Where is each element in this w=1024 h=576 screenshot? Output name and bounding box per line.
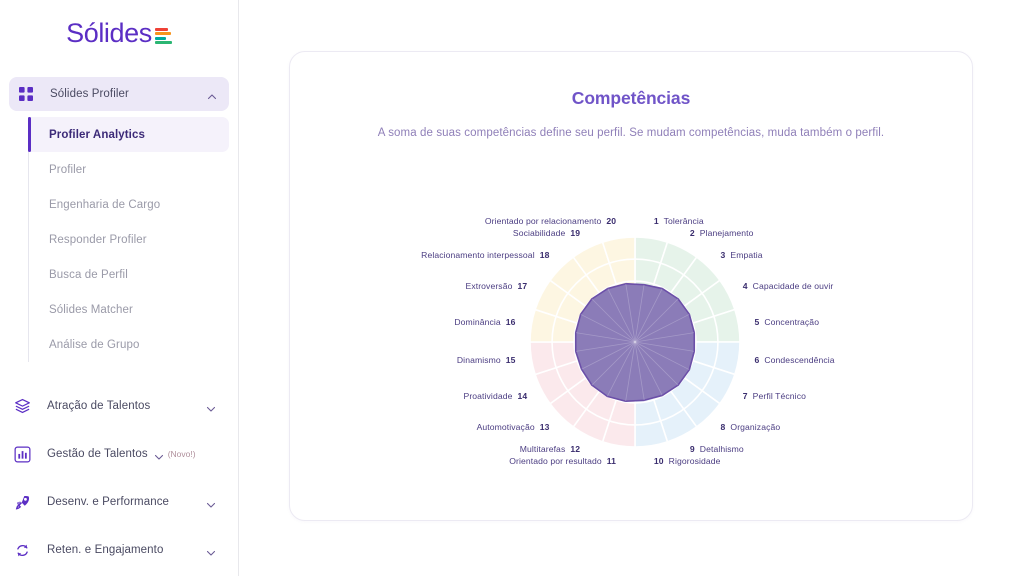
sidebar-item-label: Profiler xyxy=(49,163,87,176)
wheel-label: Dominância 16 xyxy=(454,317,516,328)
wheel-label: Orientado por relacionamento 20 xyxy=(484,216,617,227)
competencias-wheel: 1 Tolerância 2 Planejamento 3 Empatia 4 Cap… xyxy=(290,52,974,522)
wheel-label: Relacionamento interpessoal 18 xyxy=(421,250,550,261)
sidebar-item-label: Busca de Perfil xyxy=(49,268,128,281)
sidebar-item-label: Desenv. e Performance xyxy=(47,496,170,508)
sidebar-item-atracao-de-talentos[interactable]: Atração de Talentos xyxy=(0,382,238,430)
rocket-icon xyxy=(14,494,36,511)
sidebar-item-label: Sólides Matcher xyxy=(49,303,133,316)
wheel-label: Proatividade 14 xyxy=(463,390,528,401)
wheel-label: 1 Tolerância xyxy=(653,216,704,227)
wheel-label: 9 Detalhismo xyxy=(689,443,744,454)
chart-subtitle: A soma de suas competências define seu p… xyxy=(377,127,885,139)
sidebar-item-busca-de-perfil[interactable]: Busca de Perfil xyxy=(29,257,238,292)
sidebar-item-engenharia-de-cargo[interactable]: Engenharia de Cargo xyxy=(29,187,238,222)
wheel-label: 10 Rigorosidade xyxy=(653,455,721,466)
sidebar-item-gestao-de-talentos[interactable]: Gestão de Talentos (Novo!) xyxy=(0,430,238,478)
sidebar-item-label: Gestão de Talentos xyxy=(47,448,148,460)
wheel-label: Automotivação 13 xyxy=(476,421,550,432)
wheel-label: Dinamismo 15 xyxy=(456,354,516,365)
sidebar-group-solides-profiler[interactable]: Sólides Profiler xyxy=(9,77,229,111)
sidebar-item-label: Análise de Grupo xyxy=(49,338,140,351)
refresh-cycle-icon xyxy=(14,542,36,559)
solides-bars-logo-icon xyxy=(154,27,172,45)
competencias-wheel-svg xyxy=(529,236,741,448)
sidebar-item-label: Atração de Talentos xyxy=(47,400,151,412)
sidebar-item-label: Reten. e Engajamento xyxy=(47,544,164,556)
sidebar-main-nav: Atração de Talentos Gestão de Talentos (… xyxy=(0,382,238,574)
chevron-down-icon[interactable] xyxy=(206,401,216,412)
sidebar-item-label: Profiler Analytics xyxy=(49,128,145,141)
chevron-down-icon[interactable] xyxy=(154,449,164,460)
wheel-label: Multitarefas 12 xyxy=(519,443,581,454)
wheel-label: 2 Planejamento xyxy=(689,228,754,239)
wheel-label: Sociabilidade 19 xyxy=(512,228,581,239)
wheel-label: Orientado por resultado 11 xyxy=(509,455,617,466)
page-title: Competências xyxy=(571,88,691,108)
wheel-label: 5 Concentração xyxy=(754,317,820,328)
chevron-down-icon[interactable] xyxy=(206,545,216,556)
status-badge-novo: (Novo!) xyxy=(167,449,196,459)
brand-logo[interactable]: Sólides xyxy=(0,0,238,66)
wheel-label: 3 Empatia xyxy=(720,250,763,261)
wheel-label: 7 Perfil Técnico xyxy=(742,390,806,401)
sidebar-item-responder-profiler[interactable]: Responder Profiler xyxy=(29,222,238,257)
sidebar-item-analise-de-grupo[interactable]: Análise de Grupo xyxy=(29,327,238,362)
sidebar-item-reten-e-engajamento[interactable]: Reten. e Engajamento xyxy=(0,526,238,574)
wheel-label: Extroversão 17 xyxy=(465,281,528,292)
layers-icon xyxy=(14,398,36,415)
wheel-label: 8 Organização xyxy=(720,421,781,432)
sidebar-item-label: Engenharia de Cargo xyxy=(49,198,161,211)
sidebar-item-desenv-e-performance[interactable]: Desenv. e Performance xyxy=(0,478,238,526)
chevron-down-icon[interactable] xyxy=(206,497,216,508)
sidebar: Sólides Sólides Profiler Profiler Analyt… xyxy=(0,0,239,576)
sidebar-item-profiler[interactable]: Profiler xyxy=(29,152,238,187)
bar-chart-icon xyxy=(14,446,36,463)
grid-apps-icon xyxy=(19,87,39,101)
competencias-card: Competências A soma de suas competências… xyxy=(289,51,973,521)
wheel-label: 6 Condescendência xyxy=(754,354,835,365)
wheel-label: 4 Capacidade de ouvir xyxy=(742,281,834,292)
main-content: Competências A soma de suas competências… xyxy=(239,0,1024,576)
chevron-up-icon[interactable] xyxy=(207,89,217,100)
brand-logo-text: Sólides xyxy=(66,17,152,48)
sidebar-item-profiler-analytics[interactable]: Profiler Analytics xyxy=(28,117,229,152)
sidebar-group-label: Sólides Profiler xyxy=(50,88,129,100)
sidebar-item-solides-matcher[interactable]: Sólides Matcher xyxy=(29,292,238,327)
app-root: Sólides Sólides Profiler Profiler Analyt… xyxy=(0,0,1024,576)
sidebar-item-label: Responder Profiler xyxy=(49,233,147,246)
sidebar-submenu: Profiler Analytics Profiler Engenharia d… xyxy=(28,117,238,362)
